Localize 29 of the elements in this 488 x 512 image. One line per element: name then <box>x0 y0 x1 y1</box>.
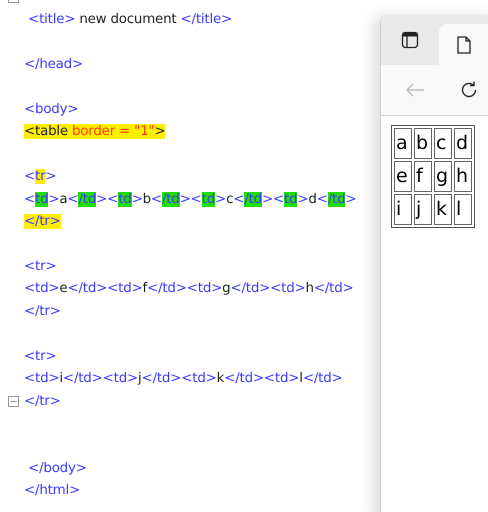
table-cell: g <box>434 161 452 192</box>
code-line: </head> <box>24 57 83 72</box>
fold-toggle-icon[interactable] <box>8 396 19 407</box>
table-cell: e <box>394 161 412 192</box>
code-line: <tr> <box>24 348 56 364</box>
code-line: <td>e</td><td>f</td><td>g</td><td>h</td> <box>24 281 354 296</box>
code-line: </body> <box>27 460 87 476</box>
tab-actions-icon[interactable] <box>401 31 419 49</box>
table-cell: a <box>394 128 412 159</box>
code-line: <td>i</td><td>j</td><td>k</td><td>l</td> <box>24 371 343 386</box>
table-cell: k <box>434 194 452 225</box>
table-cell: b <box>414 128 432 159</box>
table-cell: d <box>454 128 472 159</box>
code-line: </html> <box>24 483 80 498</box>
code-line: </tr> <box>24 394 61 409</box>
table-cell: c <box>434 128 452 159</box>
table-cell: f <box>414 161 432 192</box>
table-cell: l <box>454 194 472 225</box>
table-cell: i <box>394 194 412 225</box>
code-line: <title> new document </title> <box>27 12 232 28</box>
refresh-icon[interactable] <box>459 80 479 100</box>
code-line: <tr> <box>24 258 56 274</box>
code-line: <table border = "1"> <box>24 124 166 140</box>
code-line: <body> <box>24 102 78 117</box>
table-cell: j <box>414 194 432 225</box>
document-icon <box>457 36 471 54</box>
code-line: </tr> <box>24 304 61 319</box>
table-cell: h <box>454 161 472 192</box>
browser-tab[interactable] <box>439 24 488 65</box>
